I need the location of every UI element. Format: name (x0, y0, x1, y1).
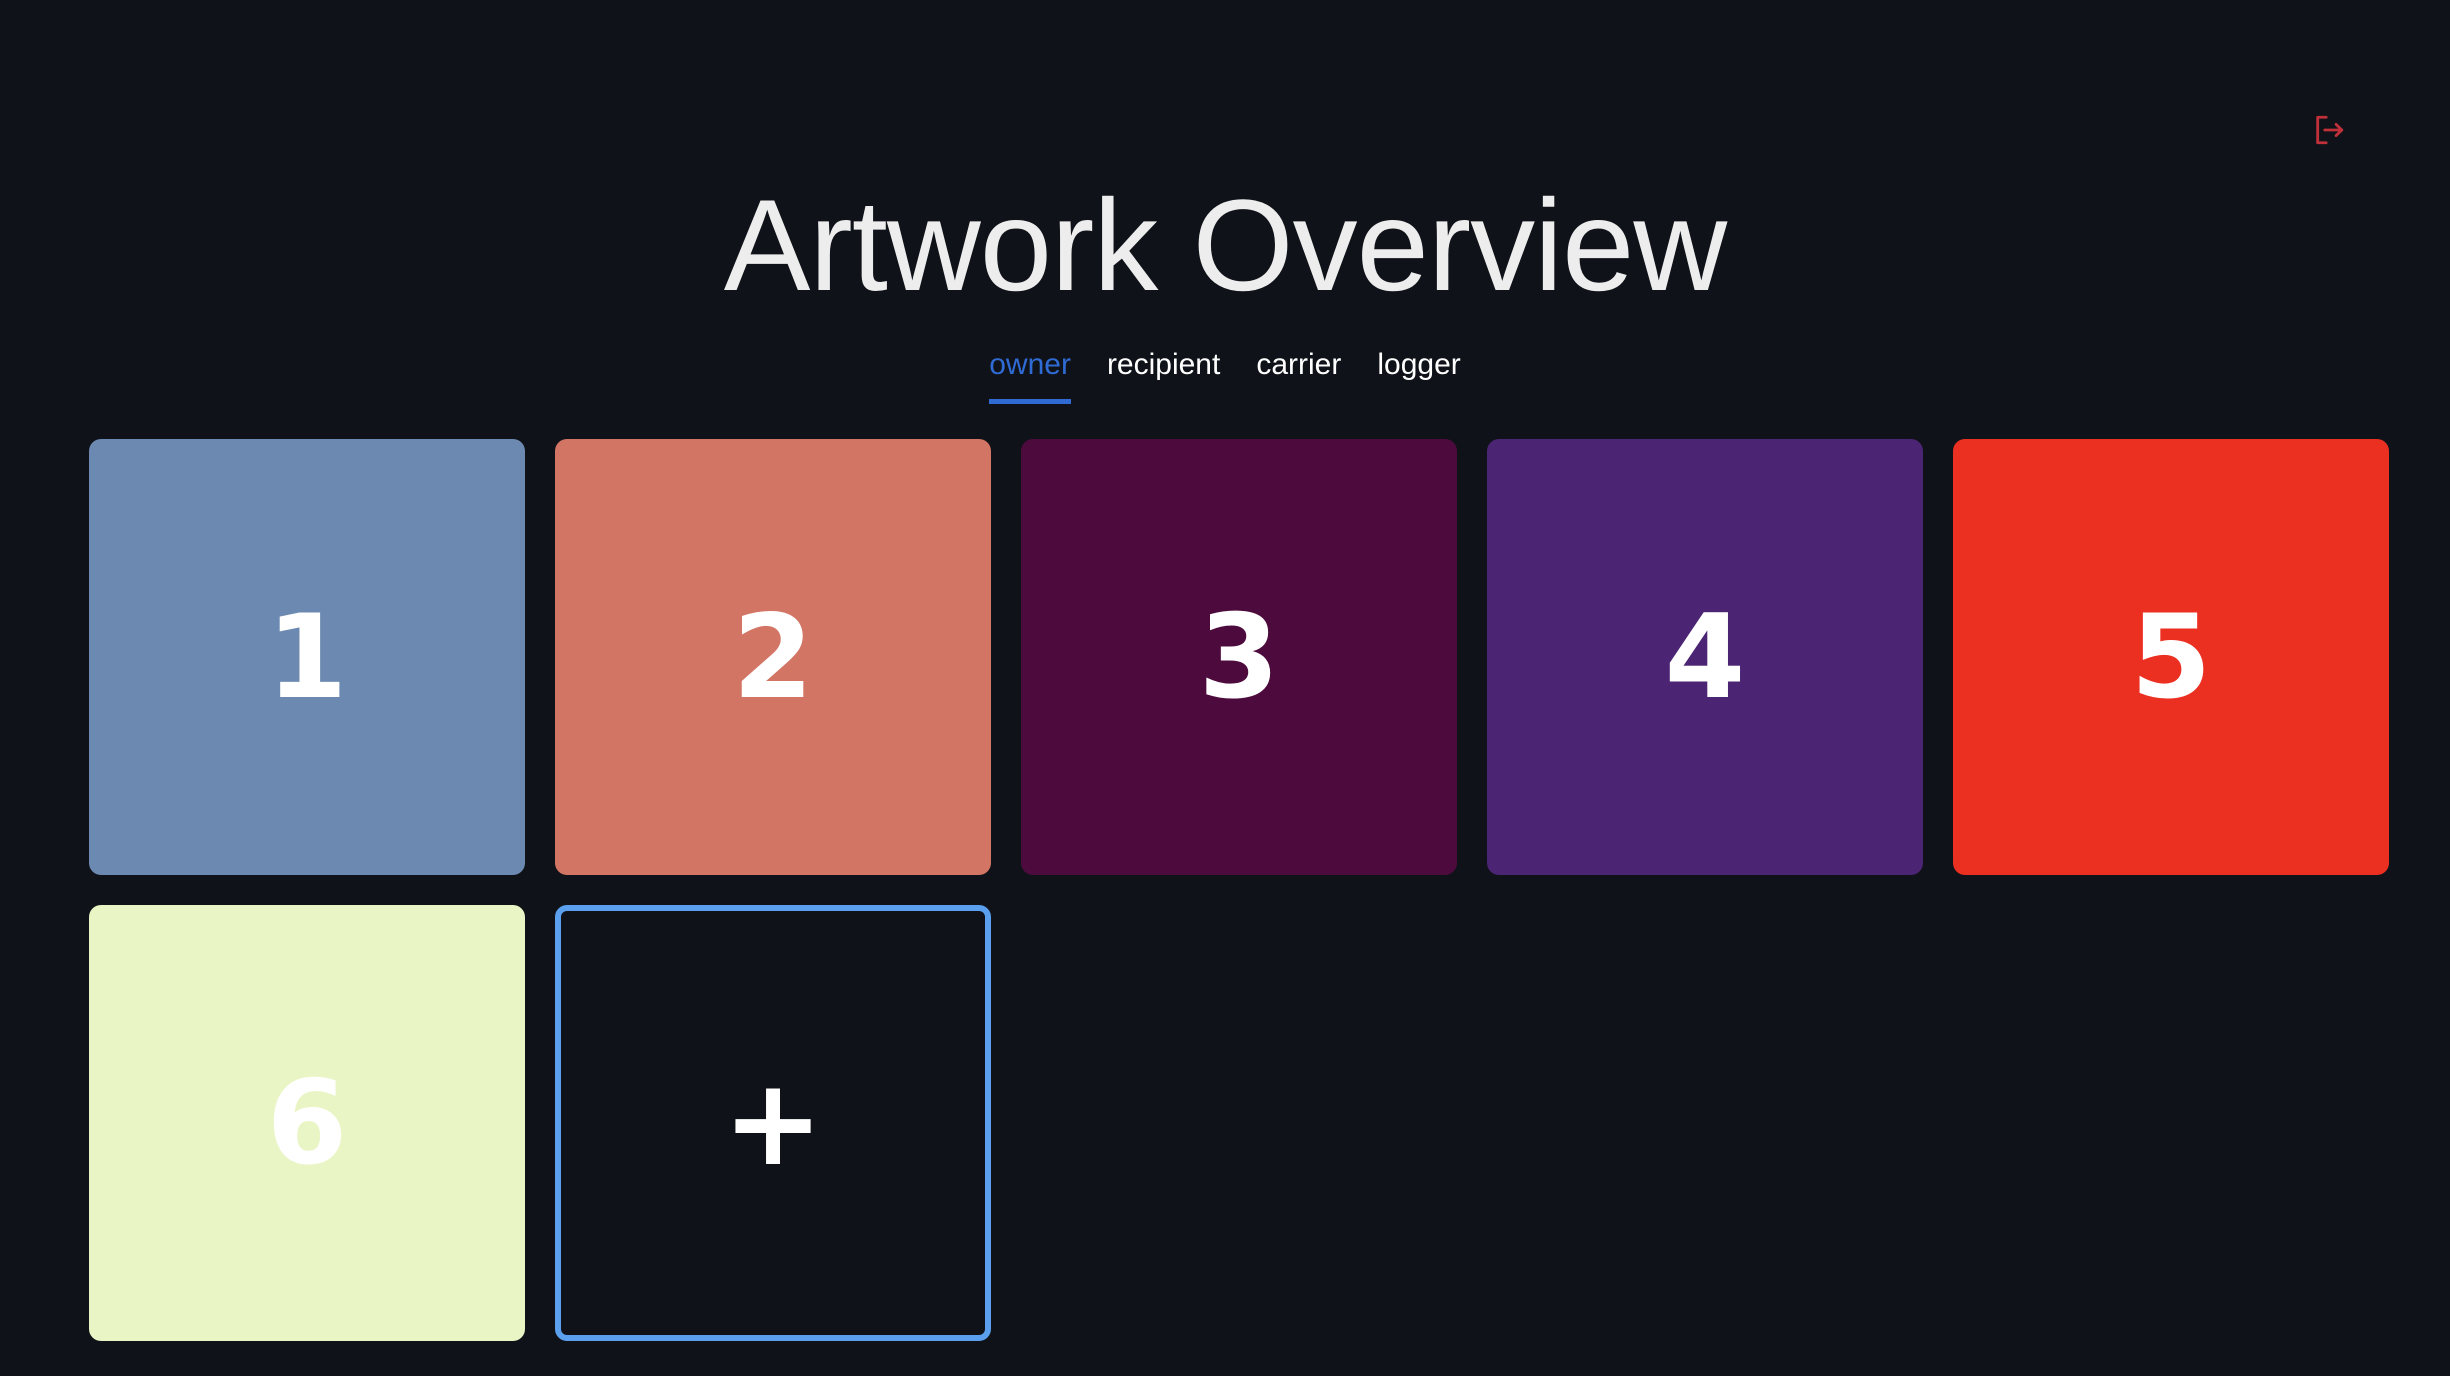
role-tabs: owner recipient carrier logger (0, 345, 2450, 404)
tab-recipient[interactable]: recipient (1107, 345, 1220, 404)
page-title: Artwork Overview (723, 172, 1727, 318)
logout-icon (2316, 115, 2344, 145)
artwork-tile[interactable]: 5 (1953, 439, 2389, 875)
artwork-tile[interactable]: 1 (89, 439, 525, 875)
tab-owner[interactable]: owner (989, 345, 1071, 404)
logout-button[interactable] (2311, 112, 2347, 148)
tab-carrier[interactable]: carrier (1256, 345, 1341, 404)
page: Artwork Overview owner recipient carrier… (0, 0, 2450, 1376)
artwork-tile[interactable]: 4 (1487, 439, 1923, 875)
artwork-grid: 1 2 3 4 5 6 + (89, 439, 2389, 1341)
artwork-tile[interactable]: 3 (1021, 439, 1457, 875)
artwork-tile[interactable]: 6 (89, 905, 525, 1341)
add-artwork-button[interactable]: + (555, 905, 991, 1341)
artwork-tile[interactable]: 2 (555, 439, 991, 875)
tab-logger[interactable]: logger (1377, 345, 1460, 404)
